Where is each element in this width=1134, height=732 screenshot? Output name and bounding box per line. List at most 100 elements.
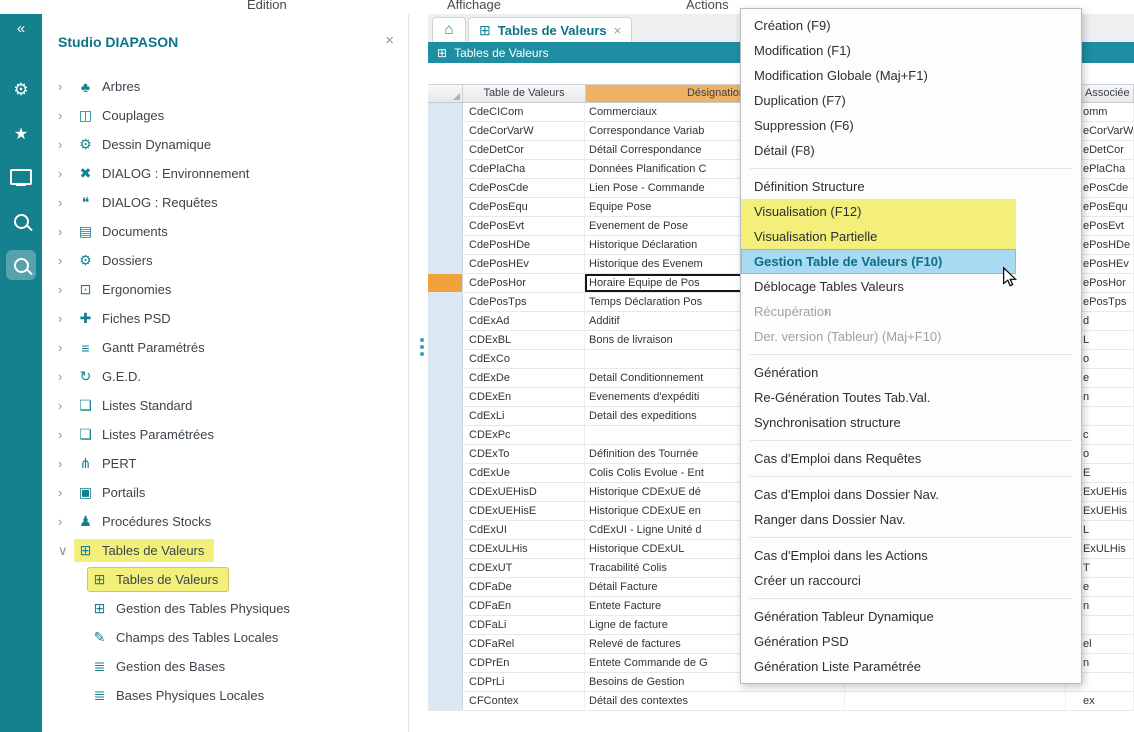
row-gutter-cell[interactable]	[428, 255, 463, 273]
sidebar-item-dossiers[interactable]: ›⚙Dossiers	[42, 246, 408, 275]
tab-tables-de-valeurs[interactable]: ⊞ Tables de Valeurs ×	[468, 17, 632, 43]
context-menu-item[interactable]	[750, 354, 1072, 355]
cell-table-name[interactable]: CDExUT	[463, 559, 585, 577]
chevron-right-icon[interactable]: ›	[58, 79, 74, 94]
row-gutter-cell[interactable]	[428, 331, 463, 349]
cell-table-name[interactable]: CDExUEHisD	[463, 483, 585, 501]
sidebar-item-listes-standard[interactable]: ›❏Listes Standard	[42, 391, 408, 420]
row-gutter-cell[interactable]	[428, 597, 463, 615]
context-menu-item[interactable]: Visualisation Partielle	[741, 224, 1081, 249]
row-gutter-cell[interactable]	[428, 521, 463, 539]
sidebar-item-procedures-stocks[interactable]: ›♟Procédures Stocks	[42, 507, 408, 536]
cell-table-name[interactable]: CdExDe	[463, 369, 585, 387]
cell-table-name[interactable]: CdePosTps	[463, 293, 585, 311]
row-gutter-cell[interactable]	[428, 293, 463, 311]
row-gutter-cell[interactable]	[428, 198, 463, 216]
row-gutter-cell[interactable]	[428, 236, 463, 254]
context-menu-item[interactable]	[750, 168, 1072, 169]
cell-table-name[interactable]: CdeCICom	[463, 103, 585, 121]
sidebar-subitem-tables-de-valeurs[interactable]: ⊞Tables de Valeurs	[42, 565, 408, 594]
context-menu-item[interactable]: Déblocage Tables Valeurs	[741, 274, 1081, 299]
chevron-right-icon[interactable]: ›	[58, 340, 74, 355]
context-menu-item[interactable]: Détail (F8)	[741, 138, 1081, 163]
sidebar-subitem-gestion-tables-physiques[interactable]: ⊞Gestion des Tables Physiques	[42, 594, 408, 623]
row-gutter-cell[interactable]	[428, 141, 463, 159]
chevron-right-icon[interactable]: ›	[58, 398, 74, 413]
search-icon[interactable]	[0, 214, 42, 229]
context-menu-item[interactable]: Récupération ›	[741, 299, 1081, 324]
chevron-right-icon[interactable]: ›	[58, 282, 74, 297]
context-menu-item[interactable]: Re-Génération Toutes Tab.Val.	[741, 385, 1081, 410]
row-gutter-cell[interactable]	[428, 407, 463, 425]
sidebar-item-pert[interactable]: ›⋔PERT	[42, 449, 408, 478]
cell-table-name[interactable]: CDExPc	[463, 426, 585, 444]
sidebar-item-dialog-requetes[interactable]: ›❝DIALOG : Requêtes	[42, 188, 408, 217]
context-menu-item[interactable]: Suppression (F6)	[741, 113, 1081, 138]
context-menu-item[interactable]: Génération Tableur Dynamique	[741, 604, 1081, 629]
chevron-right-icon[interactable]: ›	[58, 311, 74, 326]
cell-table-name[interactable]: CDFaLi	[463, 616, 585, 634]
home-tab[interactable]: ⌂	[432, 17, 466, 43]
chevron-right-icon[interactable]: ›	[58, 485, 74, 500]
sidebar-item-documents[interactable]: ›▤Documents	[42, 217, 408, 246]
cell-table-name[interactable]: CFContex	[463, 692, 585, 710]
row-gutter-cell[interactable]	[428, 350, 463, 368]
cell-table-name[interactable]: CDExULHis	[463, 540, 585, 558]
screens-monitor-icon[interactable]	[0, 169, 42, 185]
context-menu-item[interactable]: Gestion Table de Valeurs (F10)	[741, 249, 1081, 274]
context-menu-item[interactable]: Création (F9)	[741, 13, 1081, 38]
chevron-right-icon[interactable]: ›	[58, 224, 74, 239]
cell-table-name[interactable]: CdePlaCha	[463, 160, 585, 178]
row-gutter-cell[interactable]	[428, 388, 463, 406]
row-gutter-cell[interactable]	[428, 692, 463, 710]
chevron-right-icon[interactable]: ›	[58, 369, 74, 384]
row-gutter-cell[interactable]	[428, 559, 463, 577]
row-gutter-cell[interactable]	[428, 483, 463, 501]
cell-table-name[interactable]: CdeDetCor	[463, 141, 585, 159]
row-gutter-cell[interactable]	[428, 217, 463, 235]
context-menu-item[interactable]: Génération Liste Paramétrée	[741, 654, 1081, 679]
context-menu-item[interactable]: Définition Structure	[741, 174, 1081, 199]
sidebar-subitem-gestion-des-bases[interactable]: ≣Gestion des Bases	[42, 652, 408, 681]
table-row[interactable]: CFContex Détail des contextes ex	[428, 692, 1134, 711]
context-menu-item[interactable]: Cas d'Emploi dans Dossier Nav.	[741, 482, 1081, 507]
sidebar-subitem-bases-physiques-locales[interactable]: ≣Bases Physiques Locales	[42, 681, 408, 710]
sidebar-item-portails[interactable]: ›▣Portails	[42, 478, 408, 507]
row-gutter-cell[interactable]	[428, 635, 463, 653]
close-panel-icon[interactable]: ×	[385, 32, 394, 49]
sidebar-item-ergonomies[interactable]: ›⊡Ergonomies	[42, 275, 408, 304]
column-header-table-de-valeurs[interactable]: Table de Valeurs	[463, 85, 586, 102]
row-gutter-cell[interactable]	[428, 616, 463, 634]
cell-table-name[interactable]: CDFaEn	[463, 597, 585, 615]
sidebar-item-arbres[interactable]: ›♣Arbres	[42, 72, 408, 101]
context-menu-item[interactable]: Génération PSD	[741, 629, 1081, 654]
context-menu-item[interactable]: Synchronisation structure	[741, 410, 1081, 435]
sidebar-item-couplages[interactable]: ›◫Couplages	[42, 101, 408, 130]
row-gutter-cell[interactable]	[428, 502, 463, 520]
chevron-right-icon[interactable]: ›	[58, 514, 74, 529]
settings-gear-icon[interactable]: ⚙	[0, 80, 42, 100]
sidebar-item-ged[interactable]: ›↻G.E.D.	[42, 362, 408, 391]
row-gutter-cell[interactable]	[428, 179, 463, 197]
cell-table-name[interactable]: CDPrEn	[463, 654, 585, 672]
cell-table-name[interactable]: CdExLi	[463, 407, 585, 425]
chevron-right-icon[interactable]: ›	[58, 195, 74, 210]
grid-corner-cell[interactable]	[428, 85, 463, 102]
menu-edition[interactable]: Edition	[247, 0, 287, 12]
cell-table-name[interactable]: CDExUEHisE	[463, 502, 585, 520]
cell-associee[interactable]: ex	[1066, 692, 1134, 710]
cell-table-name[interactable]: CdExUe	[463, 464, 585, 482]
row-gutter-cell[interactable]	[428, 369, 463, 387]
row-gutter-cell[interactable]	[428, 578, 463, 596]
chevron-right-icon[interactable]: ›	[58, 137, 74, 152]
menu-affichage[interactable]: Affichage	[447, 0, 501, 12]
context-menu-item[interactable]: Ranger dans Dossier Nav.	[741, 507, 1081, 532]
context-menu-item[interactable]: Modification (F1)	[741, 38, 1081, 63]
row-gutter-cell[interactable]	[428, 464, 463, 482]
cell-table-name[interactable]: CDExEn	[463, 388, 585, 406]
context-menu-item[interactable]	[750, 537, 1072, 538]
row-gutter-cell[interactable]	[428, 122, 463, 140]
row-gutter-cell[interactable]	[428, 540, 463, 558]
favorites-star-icon[interactable]: ★	[0, 124, 42, 144]
cell-table-name[interactable]: CDExBL	[463, 331, 585, 349]
